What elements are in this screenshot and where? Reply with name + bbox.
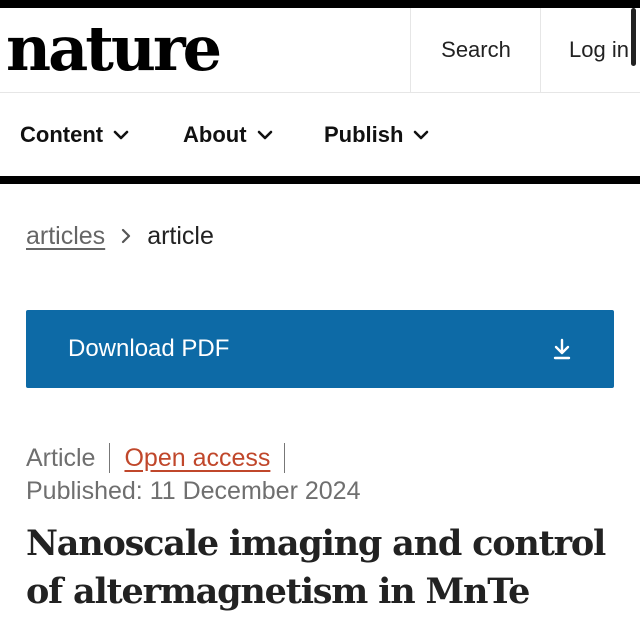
article-type: Article xyxy=(26,443,96,472)
chevron-down-icon xyxy=(414,130,429,139)
nav-publish-label: Publish xyxy=(324,121,404,147)
nav-about-label: About xyxy=(183,121,247,147)
nav-content-menu[interactable]: Content xyxy=(20,93,129,176)
login-button[interactable]: Log in xyxy=(540,8,640,92)
article-meta: Article Open access xyxy=(26,440,299,476)
nature-logo[interactable]: nature xyxy=(6,14,222,84)
chevron-down-icon xyxy=(113,130,129,139)
breadcrumb-articles-link[interactable]: articles xyxy=(26,222,105,251)
download-pdf-label: Download PDF xyxy=(68,335,230,362)
nav-rule xyxy=(0,176,640,184)
nav-publish-menu[interactable]: Publish xyxy=(324,93,429,176)
nav-about-menu[interactable]: About xyxy=(183,93,273,176)
breadcrumb-current: article xyxy=(147,221,214,250)
nav-content-label: Content xyxy=(20,121,104,147)
open-access-link[interactable]: Open access xyxy=(124,444,270,473)
chevron-right-icon xyxy=(121,228,131,244)
search-button[interactable]: Search xyxy=(410,8,541,92)
scrollbar[interactable] xyxy=(631,8,636,66)
published-date: Published: 11 December 2024 xyxy=(26,477,361,505)
download-pdf-button[interactable]: Download PDF xyxy=(26,310,614,388)
meta-divider xyxy=(284,443,286,473)
masthead: nature Search Log in xyxy=(0,8,640,93)
breadcrumb: articles article xyxy=(26,216,214,256)
article-title: Nanoscale imaging and control of alterma… xyxy=(26,523,606,612)
chevron-down-icon xyxy=(257,130,272,139)
main-nav: Content About Publish xyxy=(0,93,640,176)
top-rule xyxy=(0,0,640,8)
meta-divider xyxy=(109,443,111,473)
download-icon xyxy=(553,338,571,360)
